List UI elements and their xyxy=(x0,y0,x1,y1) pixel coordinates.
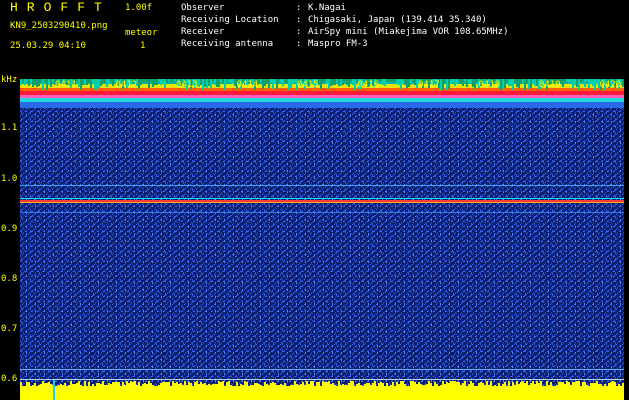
receiver-value: AirSpy mini (Miakejima VOR 108.65MHz) xyxy=(308,27,509,37)
y-tick-0.8: 0.8 xyxy=(1,274,18,284)
time-label-0418: 0418 xyxy=(478,80,501,90)
antenna-label: Receiving antenna xyxy=(181,39,274,49)
datetime-label: 25.03.29 04:10 xyxy=(10,41,86,51)
y-tick-0.9: 0.9 xyxy=(1,224,18,234)
time-label-0416: 0416 xyxy=(357,80,380,90)
app-title: HROFFT xyxy=(10,0,111,15)
y-axis: kHz 1.1 1.0 0.9 0.8 0.7 0.6 xyxy=(0,75,20,400)
time-label-0419: 0419 xyxy=(539,80,561,90)
top-signal-band xyxy=(20,75,624,108)
time-label-0414: 0414 xyxy=(236,80,259,90)
time-label-0420: 0420 xyxy=(599,80,622,90)
location-colon: : xyxy=(296,15,302,25)
spectrogram-svg xyxy=(20,75,624,400)
version-label: 1.00f xyxy=(125,3,153,13)
y-tick-0.6: 0.6 xyxy=(1,374,18,384)
antenna-colon: : xyxy=(296,39,302,49)
time-label-0417: 0417 xyxy=(418,80,440,90)
y-tick-1.1: 1.1 xyxy=(1,123,18,133)
right-margin xyxy=(624,75,629,400)
meteor-count: 1 xyxy=(140,41,146,51)
y-tick-0.7: 0.7 xyxy=(1,324,18,334)
y-tick-1.0: 1.0 xyxy=(1,174,18,184)
receiver-label: Receiver xyxy=(181,27,225,37)
location-value: Chigasaki, Japan (139.414 35.340) xyxy=(308,15,487,25)
receiver-colon: : xyxy=(296,27,302,37)
observer-value: K.Nagai xyxy=(308,3,346,13)
location-label: Receiving Location xyxy=(181,15,279,25)
spectrogram-plot xyxy=(20,75,624,400)
y-axis-unit: kHz xyxy=(1,75,18,85)
antenna-value: Maspro FM-3 xyxy=(308,39,368,49)
meteor-label: meteor xyxy=(125,28,158,38)
time-label-0412: 0412 xyxy=(115,80,138,90)
filename-label: KN9_2503290410.png xyxy=(10,21,108,31)
time-label-0415: 0415 xyxy=(297,80,319,90)
observer-label: Observer xyxy=(181,3,225,13)
time-label-0413: 0413 xyxy=(176,80,198,90)
observer-colon: : xyxy=(296,3,302,13)
time-label-0411: 0411 xyxy=(55,80,77,90)
